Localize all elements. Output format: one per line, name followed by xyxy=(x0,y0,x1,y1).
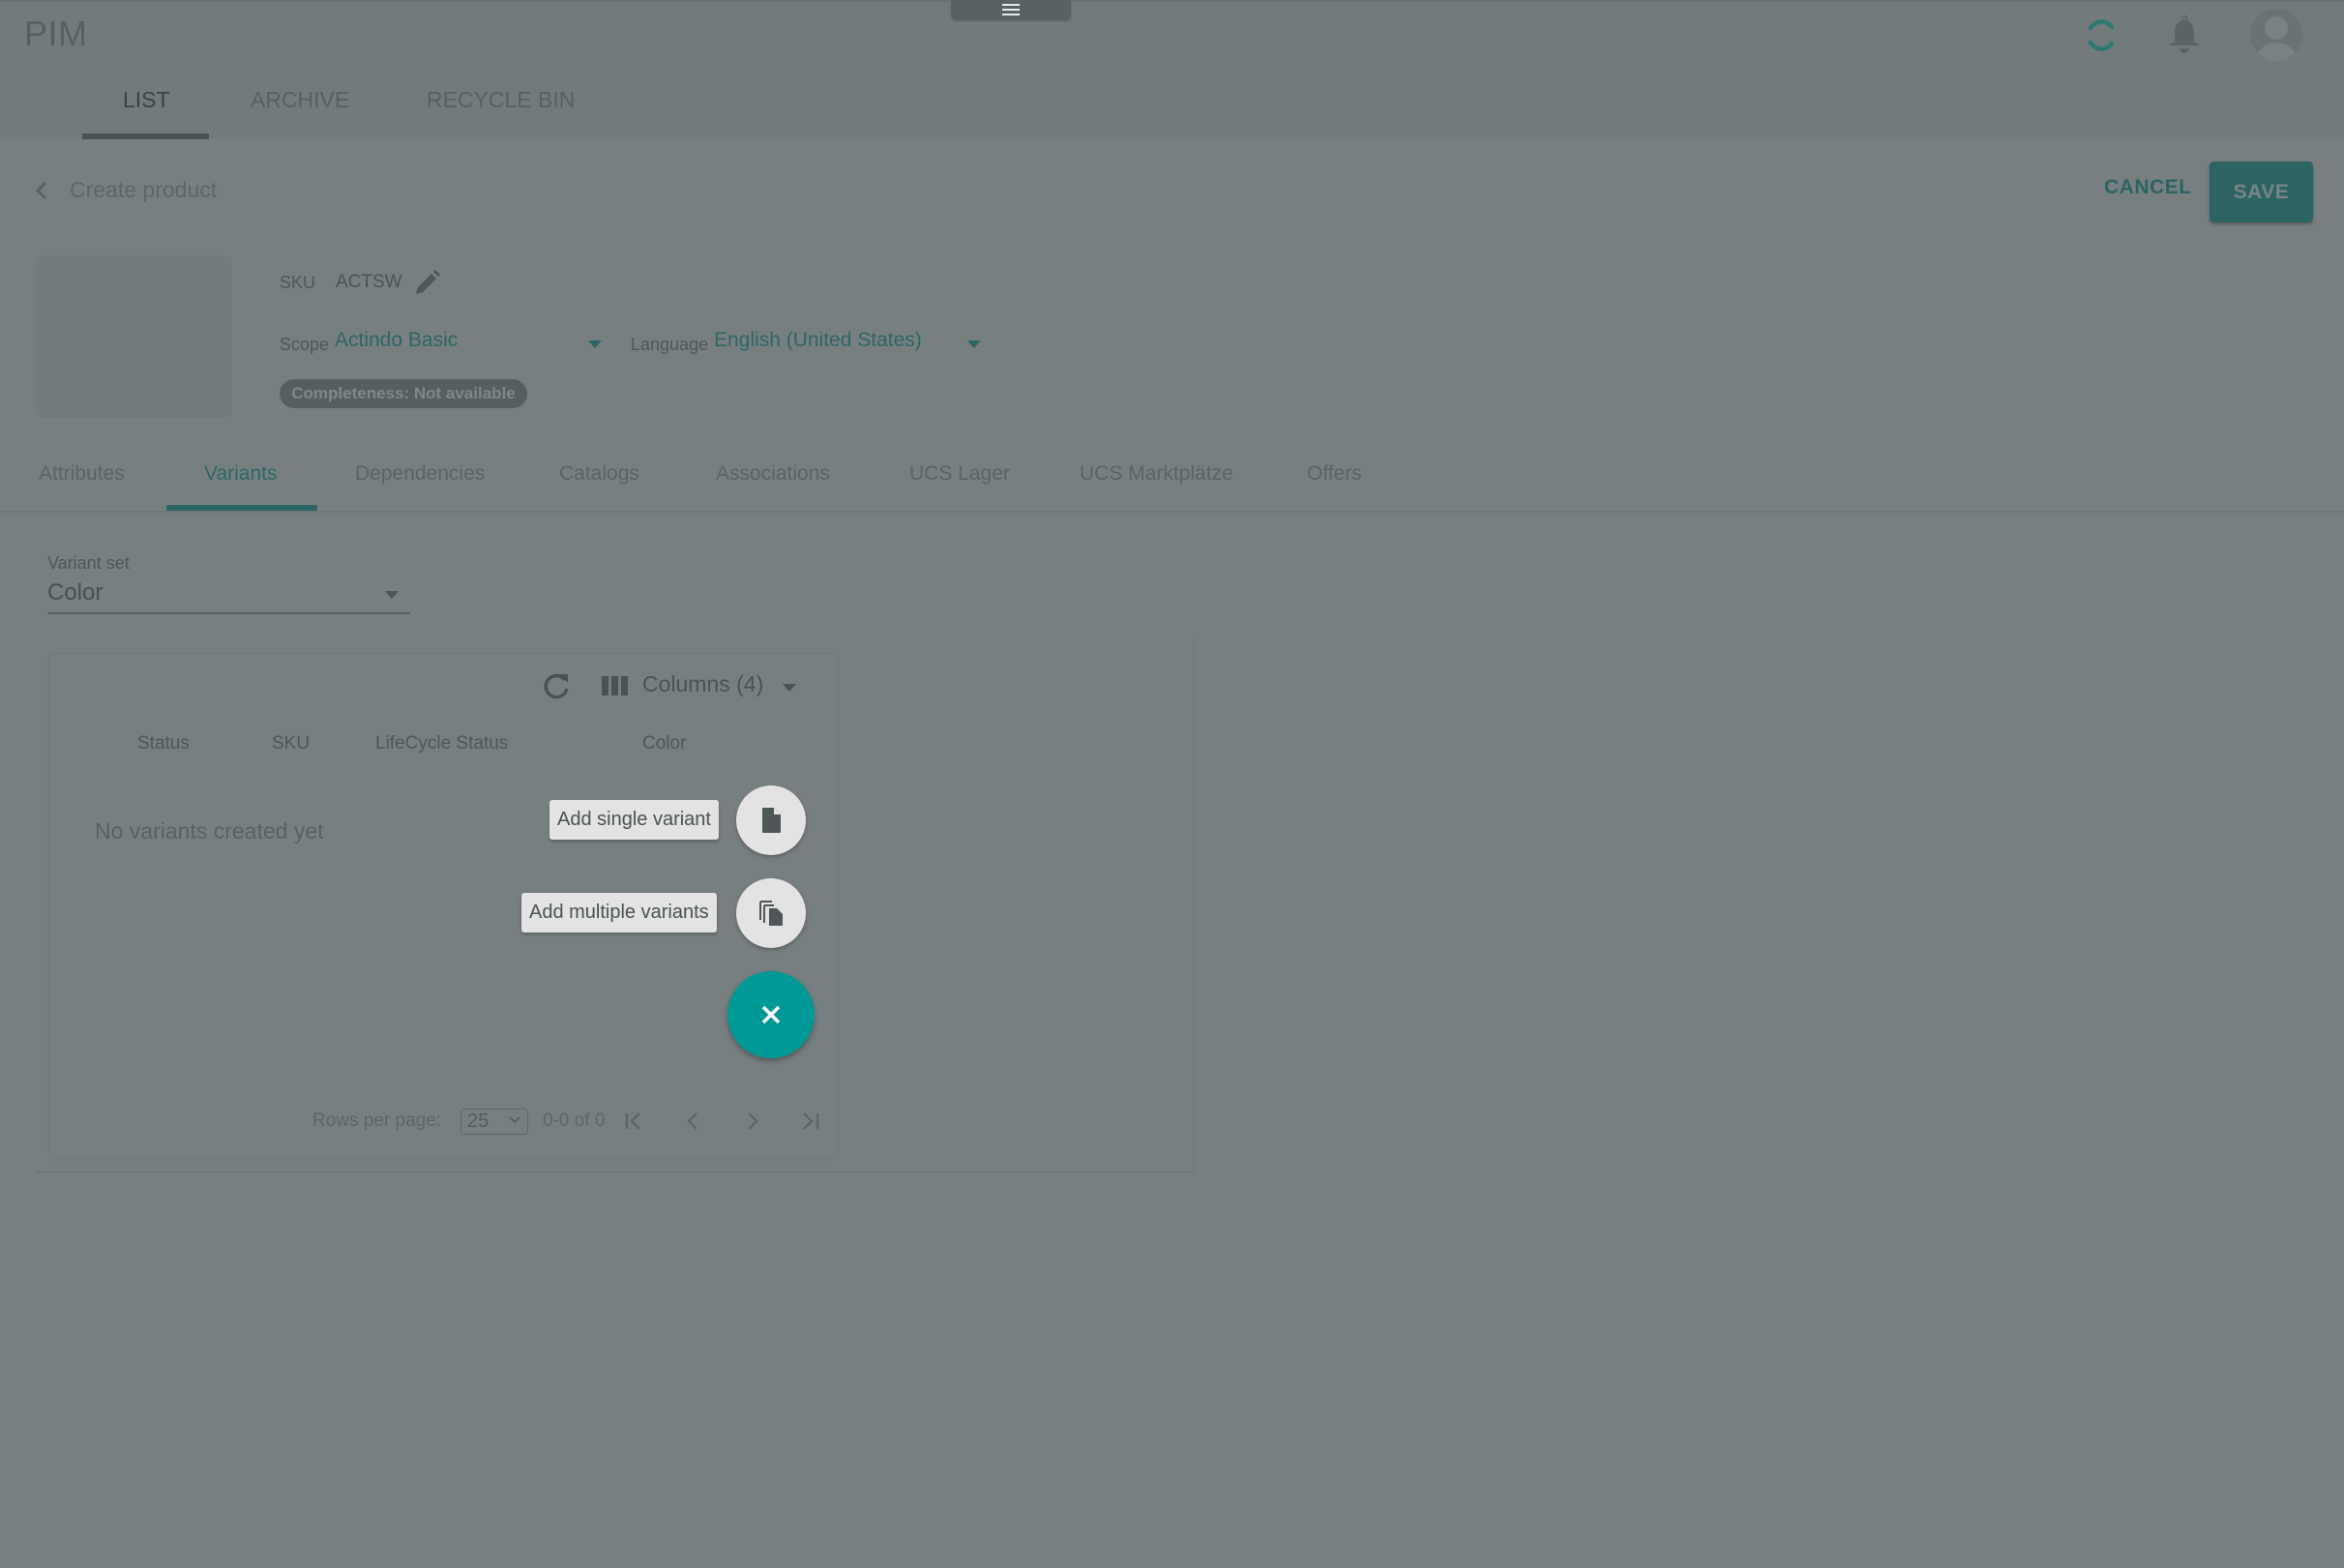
tab-catalogs[interactable]: Catalogs xyxy=(559,462,639,486)
sync-button[interactable] xyxy=(2084,16,2119,53)
app-header xyxy=(0,0,2344,139)
add-single-variant-tooltip: Add single variant xyxy=(549,800,719,840)
sku-label: SKU xyxy=(280,273,316,292)
notifications-bell-icon xyxy=(2169,15,2200,53)
scope-label: Scope xyxy=(280,335,330,354)
columns-caret-icon xyxy=(783,684,796,692)
drawer-handle[interactable] xyxy=(951,0,1071,19)
view-columns-icon xyxy=(602,674,629,697)
tab-recycle-bin[interactable]: RECYCLE BIN xyxy=(427,87,575,113)
add-single-variant-button[interactable] xyxy=(736,785,806,855)
last-page-button[interactable] xyxy=(795,1107,824,1136)
app-title: PIM xyxy=(24,14,88,53)
menu-icon xyxy=(1002,4,1020,15)
language-value: English (United States) xyxy=(714,329,922,351)
sku-value: ACTSW xyxy=(336,272,402,292)
tab-variants[interactable]: Variants xyxy=(204,462,277,486)
column-header-status[interactable]: Status xyxy=(137,733,190,754)
rows-per-page-value: 25 xyxy=(467,1110,490,1132)
scope-caret-icon xyxy=(588,340,602,348)
tab-dependencies[interactable]: Dependencies xyxy=(355,462,485,486)
tab-archive[interactable]: ARCHIVE xyxy=(251,87,349,113)
completeness-badge: Completeness: Not available xyxy=(280,379,527,408)
tab-attributes[interactable]: Attributes xyxy=(39,462,125,486)
columns-label: Columns (4) xyxy=(642,671,764,696)
previous-page-button[interactable] xyxy=(679,1107,708,1136)
column-header-color[interactable]: Color xyxy=(642,733,686,754)
column-header-sku[interactable]: SKU xyxy=(272,733,310,754)
scope-value: Actindo Basic xyxy=(335,329,459,351)
user-avatar-icon xyxy=(2257,16,2296,61)
last-page-icon xyxy=(803,1112,819,1130)
first-page-icon xyxy=(625,1112,640,1130)
sync-icon xyxy=(2088,19,2115,51)
notifications-button[interactable] xyxy=(2166,14,2203,56)
column-header-lifecycle-status[interactable]: LifeCycle Status xyxy=(375,733,508,754)
rows-per-page-label: Rows per page: xyxy=(312,1110,442,1131)
chevron-left-icon xyxy=(687,1112,697,1130)
language-label: Language xyxy=(631,335,709,354)
tab-list-indicator xyxy=(82,133,209,139)
variant-set-label: Variant set xyxy=(47,553,130,573)
language-select[interactable]: English (United States) xyxy=(714,329,985,360)
file-copy-icon xyxy=(759,901,783,926)
user-avatar[interactable] xyxy=(2250,9,2302,61)
pagination-range: 0-0 of 0 xyxy=(543,1110,606,1131)
first-page-button[interactable] xyxy=(621,1107,650,1136)
tab-ucs-marktplaetze[interactable]: UCS Marktplätze xyxy=(1080,462,1233,486)
chevron-left-icon xyxy=(35,181,47,200)
empty-state-message: No variants created yet xyxy=(95,818,324,843)
variant-set-underline xyxy=(47,612,410,614)
tab-list[interactable]: LIST xyxy=(123,87,170,113)
add-multiple-variants-button[interactable] xyxy=(736,878,806,948)
save-button[interactable]: SAVE xyxy=(2210,162,2313,222)
variant-set-caret-icon xyxy=(385,591,399,599)
pencil-icon xyxy=(416,270,440,294)
tab-associations[interactable]: Associations xyxy=(716,462,830,486)
product-image-placeholder[interactable] xyxy=(36,255,232,418)
refresh-icon xyxy=(544,673,569,699)
next-page-button[interactable] xyxy=(737,1107,766,1136)
tab-ucs-lager[interactable]: UCS Lager xyxy=(909,462,1010,486)
chevron-right-icon xyxy=(748,1112,758,1130)
variant-set-value: Color xyxy=(47,579,104,606)
scope-select[interactable]: Actindo Basic xyxy=(335,329,606,360)
tab-offers[interactable]: Offers xyxy=(1307,462,1362,486)
refresh-button[interactable] xyxy=(540,670,573,703)
file-icon xyxy=(762,808,781,833)
close-icon xyxy=(761,1005,781,1024)
tabs-divider xyxy=(0,511,2344,513)
add-multiple-variants-tooltip: Add multiple variants xyxy=(521,893,717,932)
variants-table-card xyxy=(47,652,839,1161)
edit-sku-button[interactable] xyxy=(412,269,441,300)
chevron-down-icon xyxy=(509,1116,520,1124)
speed-dial-close-button[interactable] xyxy=(727,971,815,1058)
language-caret-icon xyxy=(967,340,981,348)
back-button[interactable] xyxy=(32,179,51,202)
page-title: Create product xyxy=(70,177,218,202)
cancel-button[interactable]: CANCEL xyxy=(2104,176,2192,199)
rows-per-page-select[interactable]: 25 xyxy=(460,1109,528,1135)
